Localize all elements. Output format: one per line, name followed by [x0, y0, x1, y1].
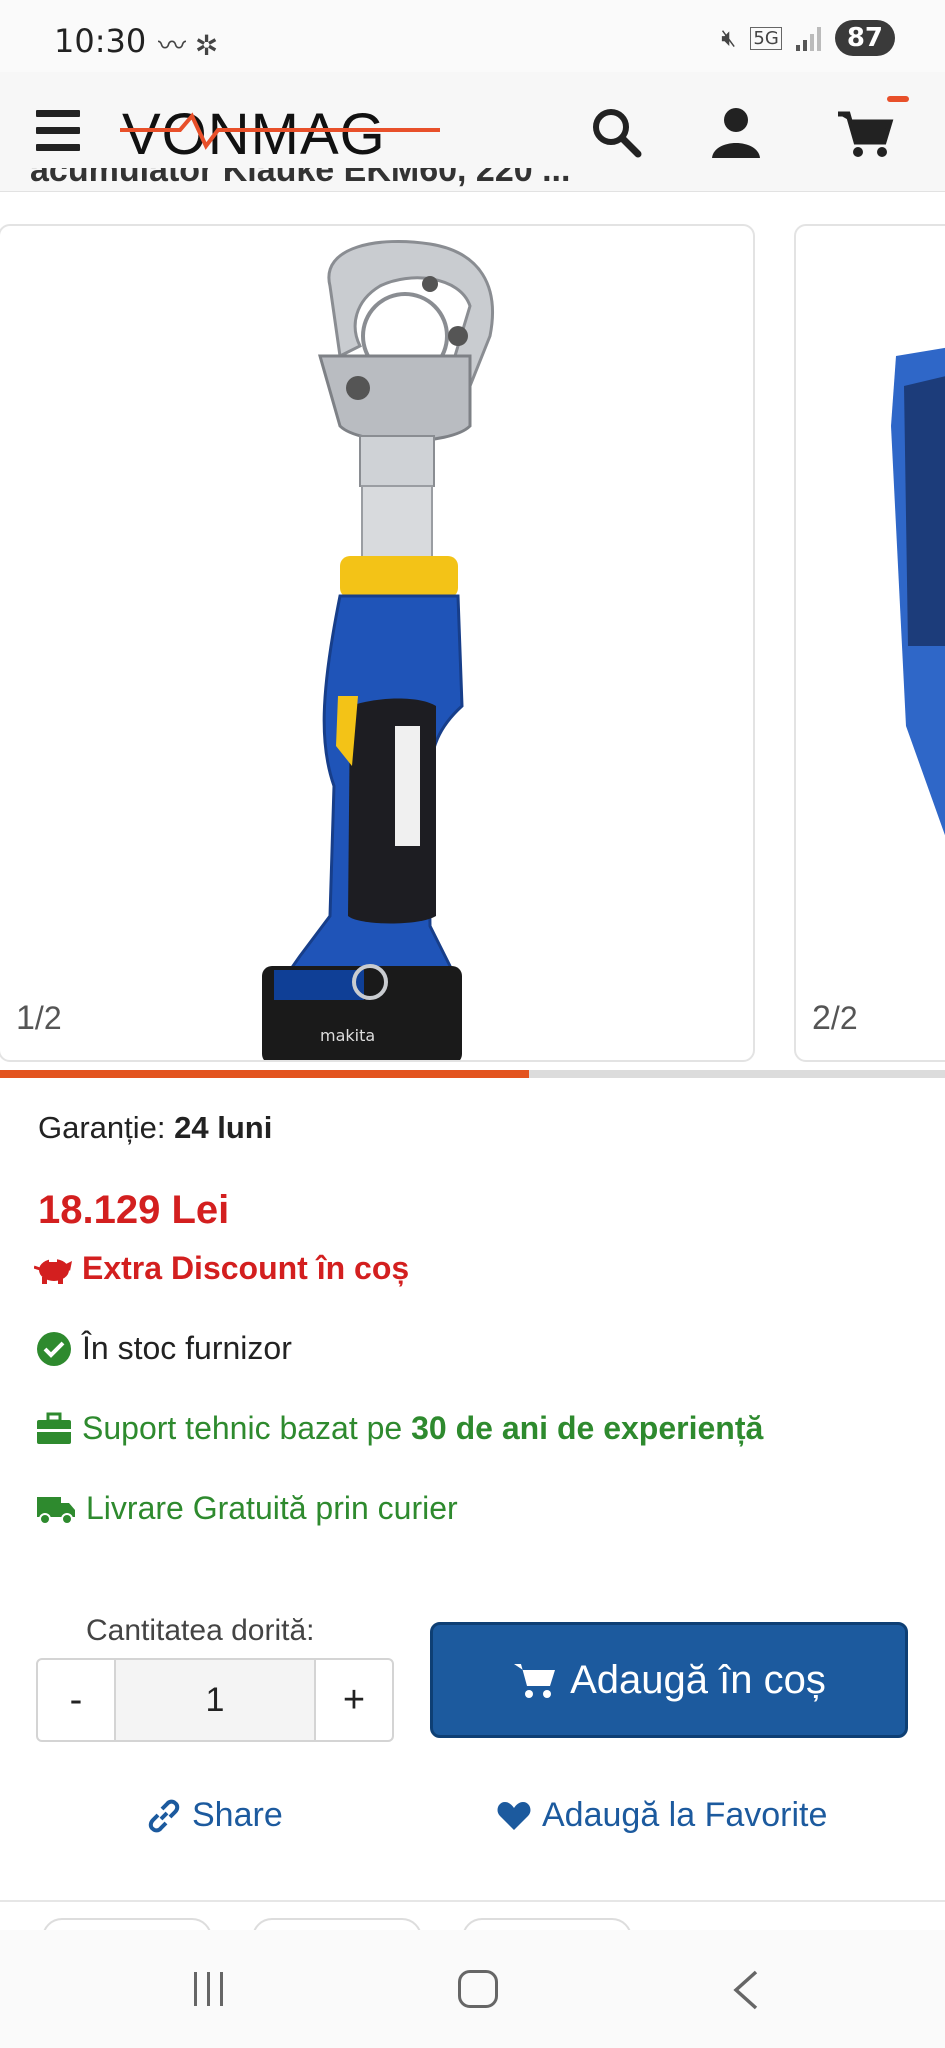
cart-badge: [887, 96, 909, 102]
status-right: 🔇︎ 5G 87: [721, 20, 895, 56]
gallery-slide-2[interactable]: 2/2: [794, 224, 945, 1062]
quantity-plus-button[interactable]: +: [316, 1660, 392, 1740]
network-type: 5G: [750, 26, 782, 50]
slide-counter-2: 2/2: [812, 999, 858, 1037]
slide-counter-1: 1/2: [16, 999, 62, 1037]
peek-pill: [42, 1918, 212, 1930]
product-gallery[interactable]: makita 1/2 2/2: [0, 224, 945, 1064]
back-button[interactable]: [730, 1968, 760, 2017]
status-bar: 10:30 〰 ✲ 🔇︎ 5G 87: [0, 0, 945, 72]
gallery-slide-1[interactable]: makita 1/2: [0, 224, 755, 1062]
share-label: Share: [192, 1796, 283, 1834]
system-nav-bar: [0, 1930, 945, 2048]
heart-icon: [497, 1801, 531, 1830]
quantity-stepper: - 1 +: [36, 1658, 394, 1742]
logo[interactable]: VONMAG: [120, 102, 440, 166]
signal-icon: [795, 25, 821, 51]
check-circle-icon: [37, 1331, 71, 1366]
peek-pill: [462, 1918, 632, 1930]
search-icon[interactable]: [588, 104, 644, 160]
cart-icon[interactable]: [836, 104, 894, 160]
gallery-progress: [0, 1070, 945, 1078]
home-button[interactable]: [458, 1970, 498, 2008]
battery-icon: 87: [834, 20, 895, 56]
truck-icon: [37, 1496, 75, 1525]
svg-text:VONMAG: VONMAG: [122, 102, 386, 166]
tech-support: Suport tehnic bazat pe 30 de ani de expe…: [36, 1410, 763, 1447]
briefcase-icon: [37, 1412, 71, 1444]
free-delivery: Livrare Gratuită prin curier: [36, 1490, 458, 1527]
support-text: Suport tehnic bazat pe 30 de ani de expe…: [82, 1410, 764, 1446]
svg-text:makita: makita: [320, 1026, 375, 1045]
product-price: 18.129 Lei: [38, 1188, 230, 1232]
add-to-favorites-button[interactable]: Adaugă la Favorite: [496, 1796, 827, 1835]
recents-button[interactable]: [194, 1972, 223, 2006]
stock-status: În stoc furnizor: [36, 1330, 292, 1367]
add-to-cart-button[interactable]: Adaugă în coș: [430, 1622, 908, 1738]
next-section-peek: [0, 1918, 945, 1930]
warranty: Garanție: 24 luni: [38, 1110, 272, 1146]
discount-text: Extra Discount în coș: [82, 1250, 410, 1286]
logo-mark: VONMAG: [120, 102, 440, 166]
link-icon: [148, 1799, 180, 1832]
share-button[interactable]: Share: [146, 1796, 283, 1835]
case-image: [891, 347, 945, 836]
mute-icon: 🔇︎: [721, 24, 737, 52]
gallery-progress-fill: [0, 1070, 529, 1078]
status-notification-icons: 〰 ✲: [158, 29, 219, 62]
cart-icon: [514, 1664, 556, 1698]
delivery-text: Livrare Gratuită prin curier: [86, 1490, 458, 1526]
warranty-value: 24 luni: [174, 1110, 273, 1145]
extra-discount: Extra Discount în coș: [34, 1250, 409, 1287]
quantity-label: Cantitatea dorită:: [86, 1614, 315, 1647]
piggy-bank-icon: [34, 1258, 72, 1284]
favorites-label: Adaugă la Favorite: [542, 1796, 828, 1834]
product-title: acumulator Klauke EKM60, 220 ...: [30, 168, 571, 189]
peek-pill: [252, 1918, 422, 1930]
stock-text: În stoc furnizor: [82, 1330, 292, 1366]
user-icon[interactable]: [708, 104, 764, 160]
section-divider: [0, 1900, 945, 1902]
warranty-label: Garanție:: [38, 1110, 166, 1145]
status-time: 10:30: [54, 22, 147, 60]
back-chevron-icon: [733, 1970, 758, 2010]
menu-icon[interactable]: [36, 110, 80, 151]
quantity-minus-button[interactable]: -: [38, 1660, 114, 1740]
add-to-cart-label: Adaugă în coș: [570, 1657, 826, 1702]
quantity-input[interactable]: 1: [114, 1660, 316, 1740]
crimping-tool-image: makita: [262, 239, 494, 1060]
